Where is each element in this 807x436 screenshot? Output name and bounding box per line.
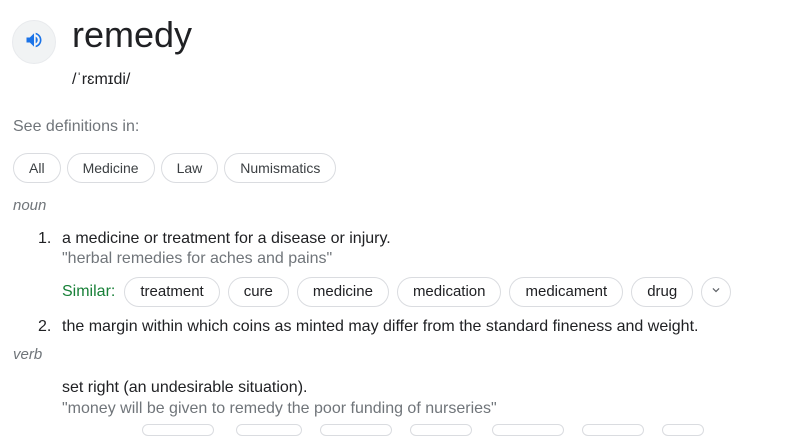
synonym-chip-medicament[interactable]: medicament — [509, 277, 624, 307]
definition-text: a medicine or treatment for a disease or… — [62, 230, 391, 247]
see-definitions-label: See definitions in: — [13, 118, 140, 135]
part-of-speech-noun: noun — [13, 197, 47, 214]
partial-chip — [142, 424, 214, 436]
chip-law[interactable]: Law — [160, 153, 219, 183]
example-text: "money will be given to remedy the poor … — [62, 400, 497, 417]
synonym-chip-medication[interactable]: medication — [396, 277, 502, 307]
partial-chip — [492, 424, 564, 436]
headword: remedy — [72, 14, 193, 55]
partial-chip — [582, 424, 644, 436]
sense-number: 1. — [38, 230, 52, 247]
synonym-chip-treatment[interactable]: treatment — [124, 277, 220, 307]
partial-chip — [662, 424, 704, 436]
chip-all[interactable]: All — [13, 153, 61, 183]
definition-text: set right (an undesirable situation). — [62, 379, 308, 396]
synonym-chip-medicine[interactable]: medicine — [296, 277, 389, 307]
chip-medicine[interactable]: Medicine — [66, 153, 155, 183]
partial-chip — [410, 424, 472, 436]
domain-chips: All Medicine Law Numismatics — [13, 153, 337, 183]
expand-similar-button[interactable] — [701, 277, 732, 307]
chip-numismatics[interactable]: Numismatics — [224, 153, 337, 183]
partial-chip — [320, 424, 392, 436]
partial-chip — [236, 424, 302, 436]
part-of-speech-verb: verb — [13, 346, 43, 363]
synonym-chip-drug[interactable]: drug — [631, 277, 694, 307]
similar-row: Similar: treatment cure medicine medicat… — [62, 277, 732, 307]
sense-number: 2. — [38, 318, 52, 335]
synonym-chip-cure[interactable]: cure — [227, 277, 289, 307]
pronunciation: /ˈrɛmɪdi/ — [72, 71, 131, 88]
definition-text: the margin within which coins as minted … — [62, 318, 699, 335]
example-text: "herbal remedies for aches and pains" — [62, 250, 333, 267]
pronunciation-speaker-button[interactable] — [12, 20, 56, 64]
chevron-down-icon — [709, 283, 723, 302]
speaker-icon — [24, 30, 44, 55]
similar-label: Similar: — [62, 283, 116, 300]
